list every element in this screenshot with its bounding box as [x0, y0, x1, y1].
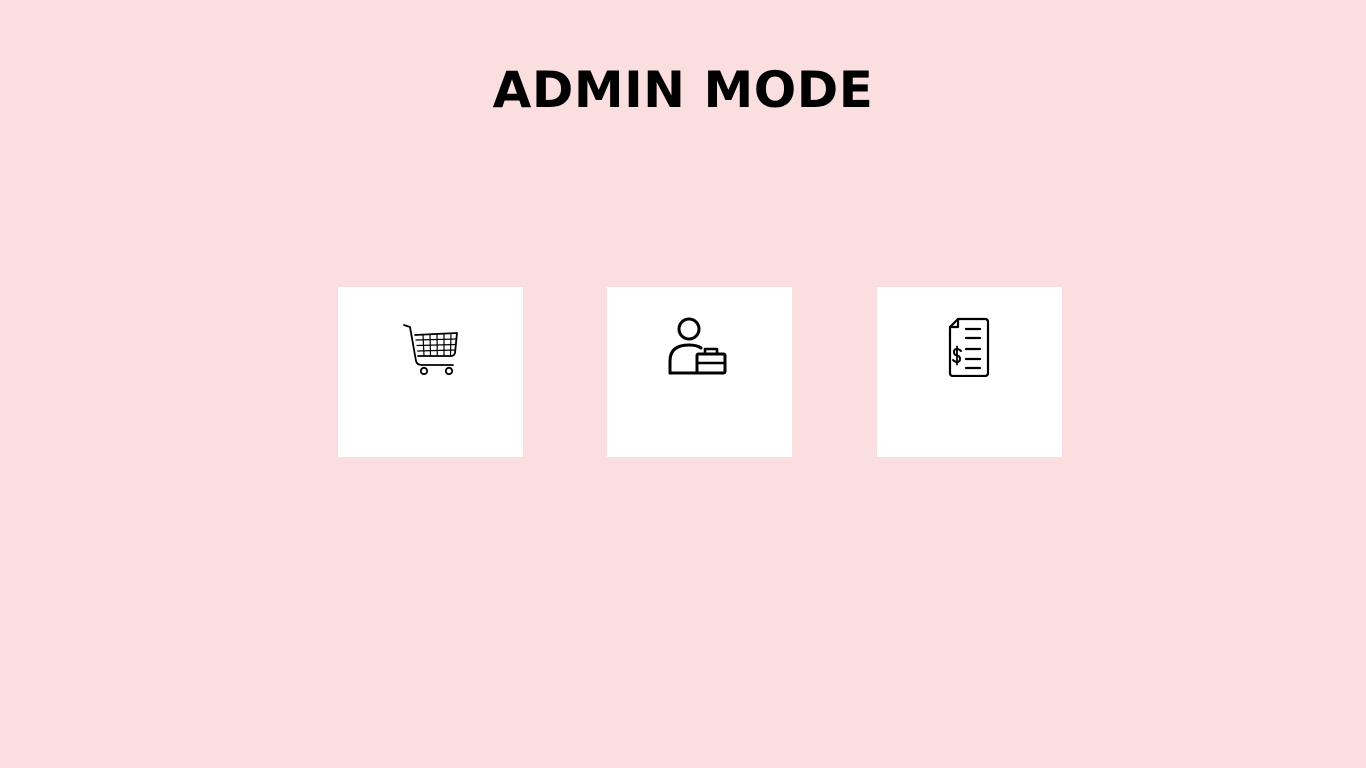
- products-tile[interactable]: [338, 287, 523, 457]
- page-title: ADMIN MODE: [492, 61, 874, 119]
- employee-briefcase-icon: [668, 317, 726, 375]
- employees-tile[interactable]: [607, 287, 792, 457]
- invoice-dollar-icon: [948, 317, 989, 377]
- shopping-cart-icon: [402, 324, 458, 376]
- invoices-tile[interactable]: [877, 287, 1062, 457]
